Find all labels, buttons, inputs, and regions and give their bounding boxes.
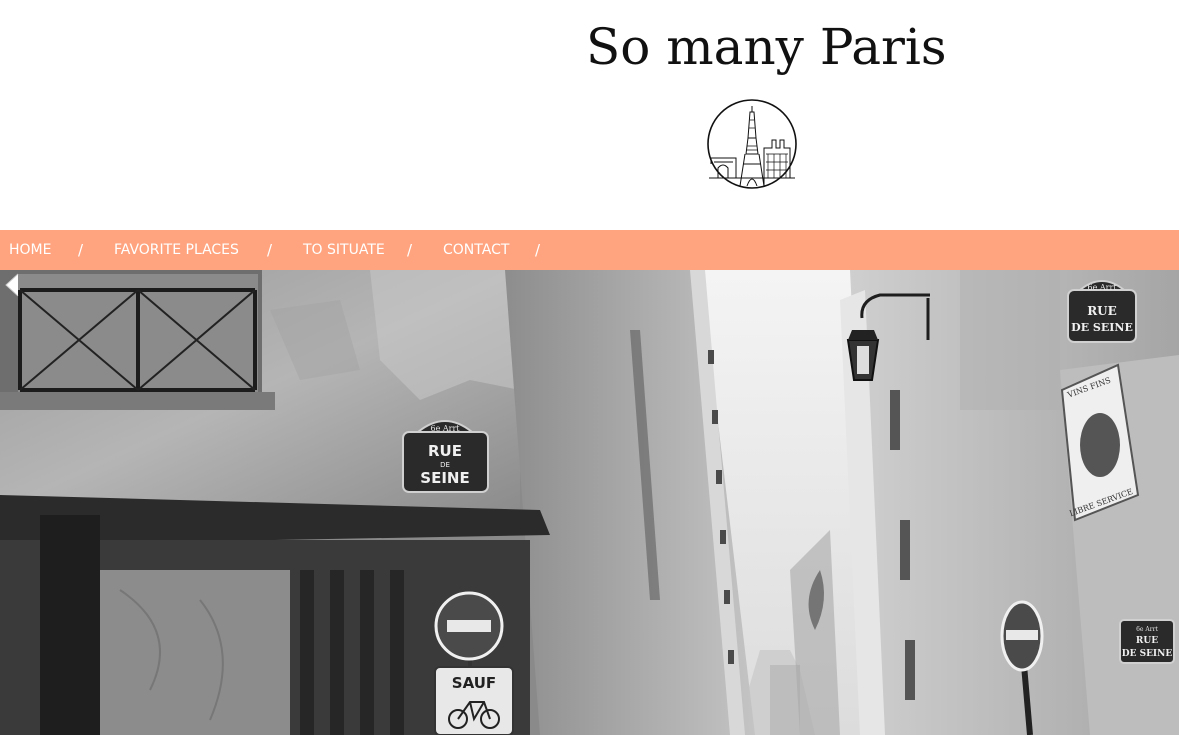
sign-line2: DE [440, 461, 450, 469]
sign-line2: DE SEINE [1122, 649, 1173, 659]
sauf-sign: SAUF [434, 666, 514, 735]
nav-contact[interactable]: CONTACT [443, 230, 509, 270]
sign-line2: DE SEINE [1071, 321, 1133, 334]
nav-separator: / [267, 241, 273, 259]
nav-home[interactable]: HOME [9, 230, 51, 270]
sign-line1: RUE [1136, 636, 1158, 646]
nav-separator: / [78, 241, 84, 259]
site-header: So many Paris [0, 0, 1179, 230]
sign-arrondissement: 6e Arrt [1136, 626, 1158, 633]
street-sign-small: 6e Arrt RUE DE SEINE [1119, 619, 1175, 664]
street-sign-right: 6e Arrt RUE DE SEINE [1067, 280, 1137, 343]
sign-line3: SEINE [420, 469, 469, 487]
nav-separator: / [407, 241, 413, 259]
sign-line1: RUE [428, 442, 462, 460]
site-title: So many Paris [586, 18, 947, 76]
nav-to-situate[interactable]: TO SITUATE [303, 230, 385, 270]
chevron-left-icon[interactable] [0, 270, 24, 300]
sauf-label: SAUF [452, 674, 496, 692]
hero-slideshow: 6e Arrt RUE DE SEINE SAUF 6e Arrt RUE DE… [0, 270, 1179, 735]
paris-skyline-logo-icon[interactable] [706, 98, 798, 190]
hero-photo: 6e Arrt RUE DE SEINE SAUF 6e Arrt RUE DE… [0, 270, 1179, 735]
nav-separator: / [535, 241, 541, 259]
main-nav: HOME / FAVORITE PLACES / TO SITUATE / CO… [0, 230, 1179, 270]
nav-favorite-places[interactable]: FAVORITE PLACES [114, 230, 239, 270]
sign-arrondissement: 6e Arrt [1087, 283, 1117, 292]
sign-line1: RUE [1087, 304, 1117, 318]
sign-arrondissement: 6e Arrt [430, 424, 460, 433]
street-sign-left: 6e Arrt RUE DE SEINE [402, 420, 489, 493]
